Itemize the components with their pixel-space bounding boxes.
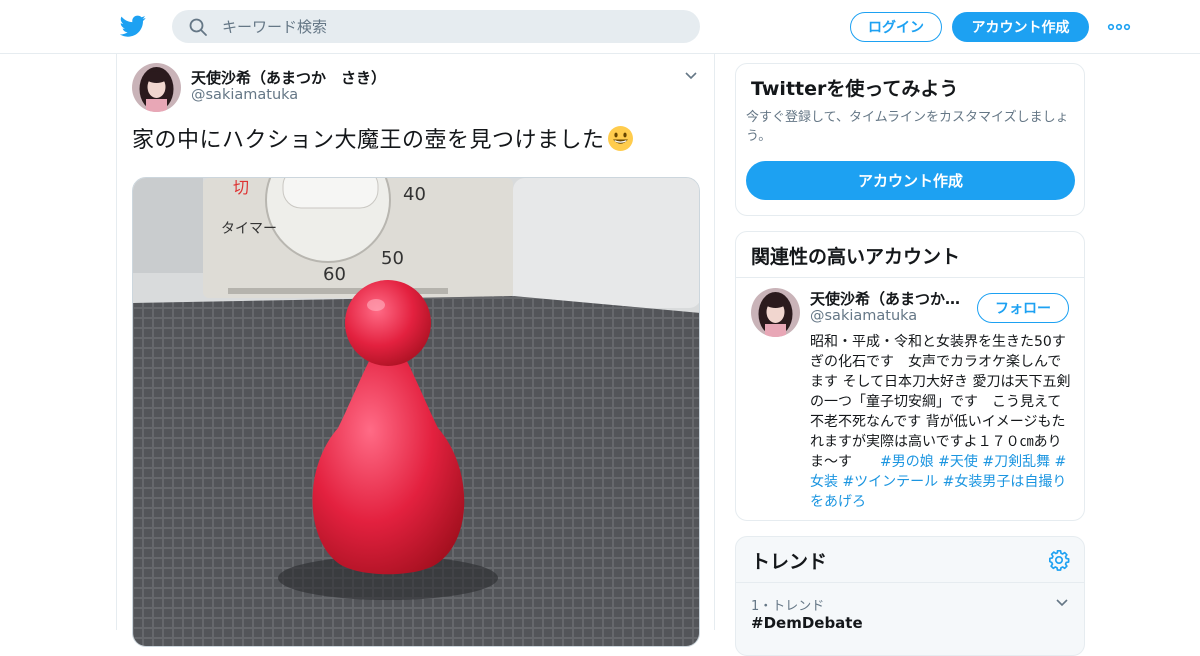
related-accounts-card: 関連性の高いアカウント 天使沙希（あまつか さき） @sakiamatuka フ…	[735, 231, 1085, 521]
signup-card: Twitterを使ってみよう 今すぐ登録して、タイムラインをカスタマイズしましょ…	[735, 63, 1085, 216]
login-button[interactable]: ログイン	[850, 12, 942, 42]
signup-card-title: Twitterを使ってみよう	[751, 78, 959, 100]
trend-name[interactable]: #DemDebate	[751, 614, 863, 632]
signup-card-description: 今すぐ登録して、タイムラインをカスタマイズしましょう。	[746, 110, 1069, 144]
search-icon	[189, 18, 207, 36]
avatar[interactable]	[751, 288, 800, 337]
search-box[interactable]	[172, 10, 700, 43]
chevron-down-icon[interactable]	[683, 68, 699, 84]
divider	[736, 582, 1084, 583]
follow-button[interactable]: フォロー	[977, 293, 1069, 323]
svg-text:50: 50	[381, 248, 404, 269]
svg-text:40: 40	[403, 184, 426, 205]
trend-meta: 1・トレンド	[751, 599, 825, 614]
tweet-author-handle[interactable]: @sakiamatuka	[191, 87, 298, 103]
twitter-bird-icon[interactable]	[120, 13, 146, 39]
gear-icon[interactable]	[1048, 549, 1070, 571]
grinning-face-icon	[607, 126, 633, 151]
divider	[736, 277, 1084, 278]
signup-card-button[interactable]: アカウント作成	[746, 161, 1075, 200]
svg-text:60: 60	[323, 264, 346, 285]
related-account-bio: 昭和・平成・令和と女装界を生きた50すぎの化石です 女声でカラオケ楽しんでます …	[810, 332, 1074, 512]
chevron-down-icon[interactable]	[1054, 595, 1070, 611]
tweet-text-body: 家の中にハクション大魔王の壺を見つけました	[132, 128, 605, 153]
tweet-photo[interactable]: 40 50 60 タイマー 切	[132, 177, 700, 647]
svg-text:タイマー: タイマー	[221, 221, 277, 237]
related-accounts-title: 関連性の高いアカウント	[751, 246, 961, 268]
related-account-handle[interactable]: @sakiamatuka	[810, 308, 917, 324]
svg-text:切: 切	[233, 178, 249, 197]
signup-button[interactable]: アカウント作成	[952, 12, 1089, 42]
trends-card: トレンド 1・トレンド #DemDebate	[735, 536, 1085, 656]
more-options-icon[interactable]	[1107, 17, 1131, 37]
related-account-name[interactable]: 天使沙希（あまつか さき）	[810, 288, 970, 309]
tweet-text: 家の中にハクション大魔王の壺を見つけました	[132, 122, 634, 154]
tweet-card: 天使沙希（あまつか さき） @sakiamatuka 家の中にハクション大魔王の…	[116, 54, 715, 647]
top-bar: ログイン アカウント作成	[0, 0, 1200, 54]
tweet-author-name[interactable]: 天使沙希（あまつか さき）	[191, 67, 386, 88]
trends-title: トレンド	[751, 551, 828, 573]
bio-text: 昭和・平成・令和と女装界を生きた50すぎの化石です 女声でカラオケ楽しんでます …	[810, 334, 1071, 470]
avatar[interactable]	[132, 63, 181, 112]
search-input[interactable]	[222, 10, 682, 43]
